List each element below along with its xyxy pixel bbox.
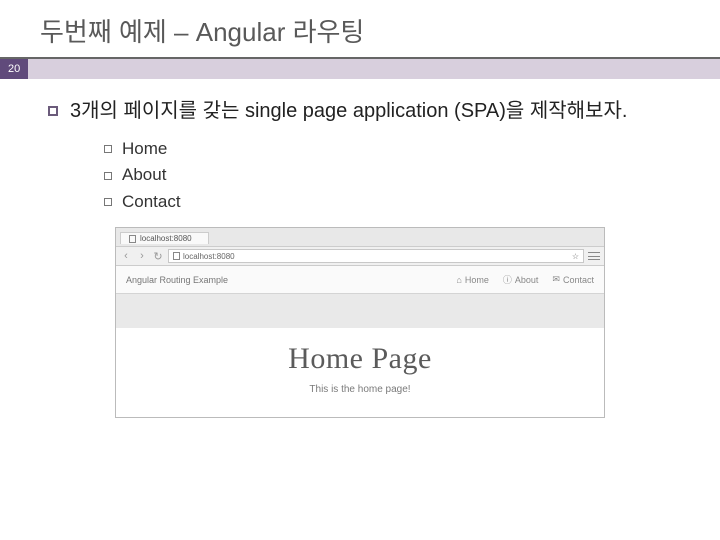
app-page-heading: Home Page: [116, 342, 604, 376]
browser-url-bar: ‹ › ↻ localhost:8080 ☆: [116, 246, 604, 266]
page-number-bar: 20: [0, 59, 720, 79]
nav-link-label: Contact: [563, 275, 594, 285]
app-main: Home Page This is the home page!: [116, 328, 604, 417]
envelope-icon: ✉: [552, 274, 560, 285]
app-page-subtext: This is the home page!: [116, 384, 604, 395]
bullet-level1: 3개의 페이지를 갖는 single page application (SPA…: [48, 97, 672, 126]
hollow-box-icon: [104, 145, 112, 153]
app-brand[interactable]: Angular Routing Example: [126, 275, 228, 285]
bullet-level1-text: 3개의 페이지를 갖는 single page application (SPA…: [70, 97, 627, 126]
page-number: 20: [0, 59, 28, 79]
bullet-level2-item: Contact: [104, 189, 672, 215]
slide-content: 3개의 페이지를 갖는 single page application (SPA…: [0, 79, 720, 418]
tab-title: localhost:8080: [140, 234, 192, 243]
app-navbar: Angular Routing Example ⌂ Home ⓘ About ✉…: [116, 266, 604, 294]
info-icon: ⓘ: [503, 273, 512, 286]
nav-link-home[interactable]: ⌂ Home: [456, 273, 488, 286]
app-nav-links: ⌂ Home ⓘ About ✉ Contact: [456, 273, 594, 286]
browser-tab-bar: localhost:8080: [116, 228, 604, 246]
bullet-level2-group: Home About Contact: [104, 136, 672, 215]
url-input[interactable]: localhost:8080 ☆: [168, 249, 584, 263]
document-icon: [129, 235, 136, 243]
square-bullet-icon: [48, 106, 58, 116]
bullet-level2-item: About: [104, 162, 672, 188]
hollow-box-icon: [104, 172, 112, 180]
app-gray-band: [116, 294, 604, 328]
bookmark-star-icon[interactable]: ☆: [572, 252, 579, 261]
hamburger-menu-icon[interactable]: [588, 251, 600, 261]
bullet-level2-text: Home: [122, 136, 167, 162]
nav-link-label: Home: [465, 275, 489, 285]
bullet-level2-item: Home: [104, 136, 672, 162]
reload-button[interactable]: ↻: [152, 250, 164, 262]
back-button[interactable]: ‹: [120, 250, 132, 262]
embedded-browser-screenshot: localhost:8080 ‹ › ↻ localhost:8080 ☆ An…: [115, 227, 605, 418]
browser-tab[interactable]: localhost:8080: [120, 232, 209, 244]
page-icon: [173, 252, 180, 260]
bullet-level2-text: About: [122, 162, 166, 188]
hollow-box-icon: [104, 198, 112, 206]
nav-link-label: About: [515, 275, 539, 285]
bullet-level2-text: Contact: [122, 189, 181, 215]
forward-button[interactable]: ›: [136, 250, 148, 262]
home-icon: ⌂: [456, 275, 461, 285]
nav-link-about[interactable]: ⓘ About: [503, 273, 539, 286]
url-text: localhost:8080: [183, 252, 235, 261]
nav-link-contact[interactable]: ✉ Contact: [552, 273, 594, 286]
slide-title: 두번째 예제 – Angular 라우팅: [0, 0, 720, 59]
